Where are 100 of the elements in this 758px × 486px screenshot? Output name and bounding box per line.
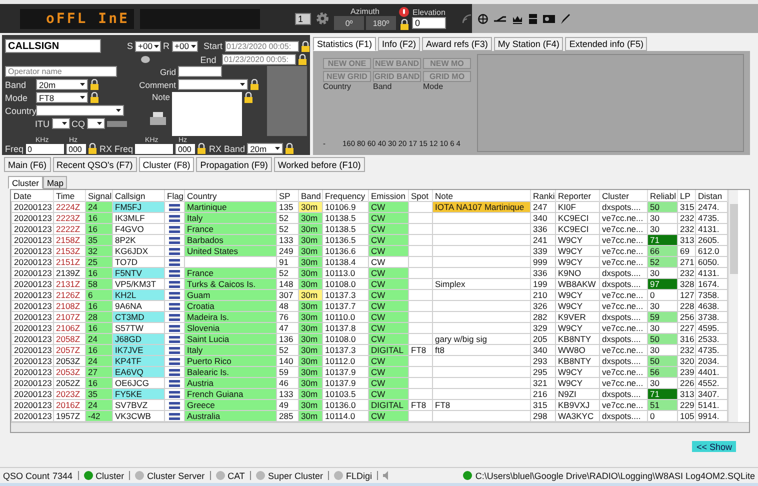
table-cell: dxspots....	[600, 202, 648, 212]
table-cell: gary w/big sig	[432, 334, 530, 344]
end-time-field[interactable]: 01/23/2020 00:05:	[222, 54, 296, 65]
rx-frequency-field[interactable]	[135, 144, 174, 154]
column-header[interactable]: Country	[184, 190, 276, 202]
table-cell: 30m	[298, 202, 322, 212]
table-cell: 239	[678, 366, 696, 378]
s-label: S	[127, 41, 134, 51]
frequency-field[interactable]: 0	[26, 144, 64, 154]
signal-received-dropdown[interactable]: +00	[172, 40, 198, 52]
table-cell: ve7cc.ne...	[600, 400, 648, 410]
table-cell: 10136.5	[322, 234, 368, 246]
table-cell: KG6JDX	[112, 246, 164, 256]
sub-tab[interactable]: Cluster	[8, 176, 43, 189]
lock-icon[interactable]	[400, 19, 408, 30]
main-tab[interactable]: Cluster (F8)	[138, 157, 194, 172]
table-cell: 210	[530, 290, 556, 300]
table-cell: 232	[678, 268, 696, 278]
show-button[interactable]: << Show	[692, 441, 736, 452]
column-header[interactable]: Note	[432, 190, 530, 202]
table-cell: IOTA NA107 Martinique	[432, 202, 530, 212]
printer-icon[interactable]	[150, 112, 166, 125]
horizontal-scrollbar[interactable]	[11, 422, 749, 432]
table-cell: 20200123	[12, 388, 54, 400]
table-cell	[408, 356, 432, 366]
lock-icon[interactable]	[300, 40, 310, 52]
table-cell: 10137.9	[322, 366, 368, 378]
main-tab[interactable]: Main (F6)	[4, 157, 51, 172]
column-header[interactable]: Date	[12, 190, 54, 202]
table-cell: 10138.5	[322, 224, 368, 234]
grid-field[interactable]	[178, 66, 222, 77]
signal-sent-dropdown[interactable]: +00	[135, 40, 162, 52]
pen-icon[interactable]	[561, 14, 570, 24]
comment-label: Comment	[138, 80, 176, 90]
rx-frequency-hz-field[interactable]: 000	[175, 144, 196, 154]
info-tab[interactable]: My Station (F4)	[494, 37, 564, 51]
table-cell: dxspots....	[600, 334, 648, 344]
callsign-field[interactable]: CALLSIGN	[5, 39, 101, 53]
azimuth-button[interactable]: 180º	[366, 16, 396, 30]
table-cell: WB8AKW	[556, 278, 600, 290]
settings-icon[interactable]	[316, 12, 329, 25]
microphone-icon[interactable]	[399, 7, 409, 17]
table-cell: Slovenia	[184, 322, 276, 334]
info-tab[interactable]: Award refs (F3)	[422, 37, 492, 51]
sub-tab[interactable]: Map	[42, 176, 68, 189]
table-cell: 271	[678, 256, 696, 268]
table-cell: 2474.	[696, 202, 728, 212]
main-tab[interactable]: Worked before (F10)	[274, 157, 365, 172]
cq-dropdown[interactable]	[87, 118, 105, 129]
lock-icon[interactable]	[250, 79, 259, 90]
crown-icon[interactable]	[512, 14, 523, 24]
rx-band-dropdown[interactable]: 20m	[247, 143, 284, 154]
info-tab[interactable]: Extended info (F5)	[565, 37, 648, 51]
lock-icon[interactable]	[244, 92, 253, 103]
table-cell: ve7cc.ne...	[600, 378, 648, 388]
main-tab[interactable]: Recent QSO's (F7)	[52, 157, 137, 172]
lock-icon[interactable]	[298, 54, 307, 65]
table-cell: 20200123	[12, 334, 54, 344]
rx-freq-label: RX Freq	[100, 144, 134, 154]
table-cell: 336	[530, 224, 556, 234]
radio-icon[interactable]	[543, 14, 555, 23]
lock-icon[interactable]	[197, 143, 206, 154]
server-icon[interactable]	[529, 14, 537, 24]
globe-icon[interactable]	[478, 14, 488, 24]
table-cell: French Guiana	[184, 388, 276, 400]
rotator-spinbox[interactable]: 1	[295, 12, 311, 24]
operator-name-field[interactable]: Operator name	[5, 66, 117, 77]
flag-icon	[169, 324, 180, 332]
table-cell: 20200123	[12, 356, 54, 366]
lock-icon[interactable]	[285, 143, 294, 154]
vertical-scrollbar[interactable]	[728, 190, 738, 422]
table-cell	[408, 224, 432, 234]
main-tab[interactable]: Propagation (F9)	[196, 157, 272, 172]
table-cell: 999	[530, 256, 556, 268]
itu-dropdown[interactable]	[52, 118, 70, 129]
table-cell: 10138.5	[322, 212, 368, 224]
signal-icon[interactable]	[462, 14, 472, 24]
band-label: Band	[5, 80, 28, 90]
azimuth-button[interactable]: 0º	[334, 16, 364, 30]
mode-dropdown[interactable]: FT8	[36, 92, 88, 103]
table-cell: Guam	[184, 290, 276, 300]
lock-icon[interactable]	[88, 143, 97, 154]
table-cell: 340	[530, 344, 556, 356]
info-tab[interactable]: Statistics (F1)	[313, 37, 376, 51]
table-cell: ve7cc.ne...	[600, 224, 648, 234]
caret-icon	[190, 44, 196, 48]
band-dropdown[interactable]: 20m	[36, 79, 88, 90]
cq-label: CQ	[72, 118, 85, 128]
note-field[interactable]	[172, 92, 242, 136]
lock-icon[interactable]	[90, 92, 99, 103]
table-cell: ve7cc.ne...	[600, 300, 648, 312]
table-cell: KC9ECI	[556, 224, 600, 234]
start-time-field[interactable]: 01/23/2020 00:05:	[224, 40, 299, 52]
table-cell: 24	[86, 202, 112, 212]
table-cell: Greece	[184, 400, 276, 410]
info-tab[interactable]: Info (F2)	[378, 37, 420, 51]
elevation-field[interactable]: 0	[412, 17, 446, 29]
table-cell: KI0F	[556, 202, 600, 212]
lock-icon[interactable]	[90, 79, 99, 90]
frequency-hz-field[interactable]: 000	[66, 144, 86, 154]
